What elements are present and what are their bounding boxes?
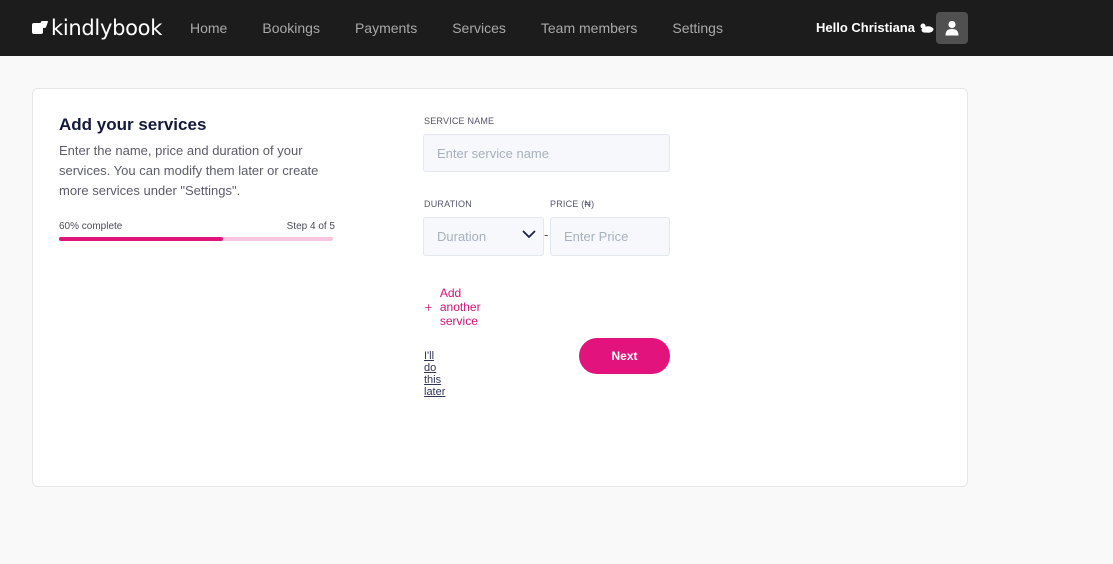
price-placeholder: Enter Price xyxy=(564,229,629,244)
next-button[interactable]: Next xyxy=(579,338,670,374)
nav-services[interactable]: Services xyxy=(452,20,506,36)
nav-settings[interactable]: Settings xyxy=(672,20,723,36)
duration-price-separator: - xyxy=(544,227,549,242)
add-another-service-label: Add another service xyxy=(439,286,481,328)
brand-name: kindlybook xyxy=(51,16,163,40)
progress-bar-fill xyxy=(59,237,224,241)
page-description: Enter the name, price and duration of yo… xyxy=(59,143,319,198)
progress-bar xyxy=(59,237,333,241)
page-title: Add your services xyxy=(59,115,207,134)
nav-bookings[interactable]: Bookings xyxy=(262,20,320,36)
add-another-service-button[interactable]: Add another service xyxy=(425,286,489,328)
kindlybook-logo-icon xyxy=(32,21,49,35)
onboarding-card: Add your services Enter the name, price … xyxy=(32,88,968,487)
main-nav: Home Bookings Payments Services Team mem… xyxy=(190,0,758,56)
duration-value: Duration xyxy=(437,229,487,244)
price-input[interactable]: Enter Price xyxy=(550,217,670,256)
duration-label: DURATION xyxy=(424,199,472,209)
progress-meta: 60% complete Step 4 of 5 xyxy=(59,221,335,232)
user-greeting: Hello Christiana xyxy=(816,20,934,35)
step-label: Step 4 of 5 xyxy=(286,221,335,232)
user-icon xyxy=(945,20,959,36)
service-name-label: SERVICE NAME xyxy=(424,116,495,126)
price-label: PRICE (₦) xyxy=(550,199,595,209)
greeting-text: Hello Christiana xyxy=(816,20,915,35)
duration-select[interactable]: Duration xyxy=(423,217,544,256)
nav-payments[interactable]: Payments xyxy=(355,20,417,36)
top-navbar: kindlybook Home Bookings Payments Servic… xyxy=(0,0,1113,56)
service-name-placeholder: Enter service name xyxy=(437,145,549,161)
sun-cloud-icon xyxy=(920,23,934,33)
chevron-down-icon xyxy=(522,230,536,238)
nav-team-members[interactable]: Team members xyxy=(541,20,637,36)
brand-logo[interactable]: kindlybook xyxy=(32,14,162,42)
progress-label: 60% complete xyxy=(59,221,123,232)
plus-icon xyxy=(425,303,432,311)
nav-home[interactable]: Home xyxy=(190,20,227,36)
skip-link[interactable]: I'll do this later xyxy=(424,350,445,398)
avatar[interactable] xyxy=(936,12,968,44)
service-name-input[interactable]: Enter service name xyxy=(423,134,670,172)
onboarding-intro: Add your services Enter the name, price … xyxy=(59,115,335,241)
